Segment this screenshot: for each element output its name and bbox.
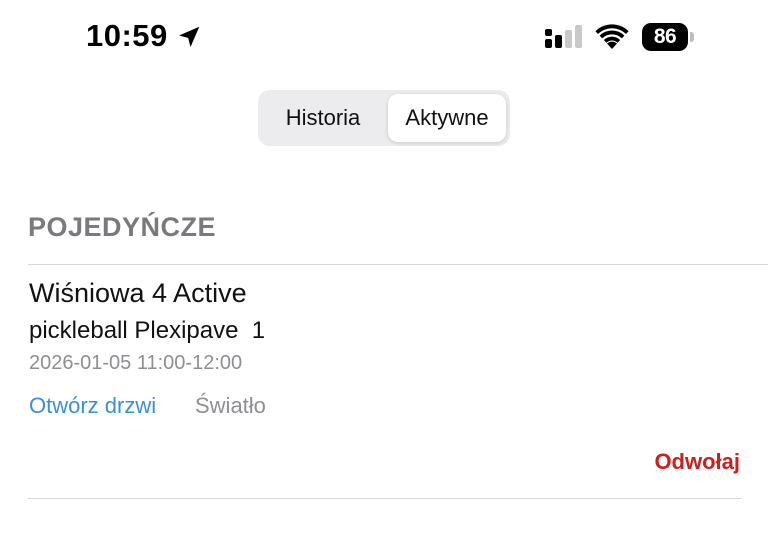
light-button[interactable]: Światło xyxy=(195,393,266,419)
cancel-booking-button[interactable]: Odwołaj xyxy=(654,449,740,475)
section-divider xyxy=(28,264,768,265)
signal-icon xyxy=(545,25,582,48)
booking-divider xyxy=(28,498,742,499)
tab-aktywne[interactable]: Aktywne xyxy=(388,94,506,142)
clock-time: 10:59 xyxy=(86,18,168,53)
booking-datetime: 2026-01-05 11:00-12:00 xyxy=(29,352,243,374)
battery-cap xyxy=(690,32,694,42)
status-bar: 10:59 86 xyxy=(0,0,768,76)
open-door-button[interactable]: Otwórz drzwi xyxy=(29,393,156,419)
location-arrow-icon xyxy=(179,26,200,47)
booking-subtitle: pickleball Plexipave 1 xyxy=(29,317,266,344)
battery-icon: 86 xyxy=(642,23,694,51)
wifi-icon xyxy=(595,24,629,49)
battery-body: 86 xyxy=(642,23,688,51)
booking-title: Wiśniowa 4 Active xyxy=(29,278,247,308)
battery-level: 86 xyxy=(653,25,677,48)
tab-historia[interactable]: Historia xyxy=(262,94,384,142)
segmented-control: Historia Aktywne xyxy=(258,90,510,146)
section-header: POJEDYŃCZE xyxy=(28,212,217,242)
